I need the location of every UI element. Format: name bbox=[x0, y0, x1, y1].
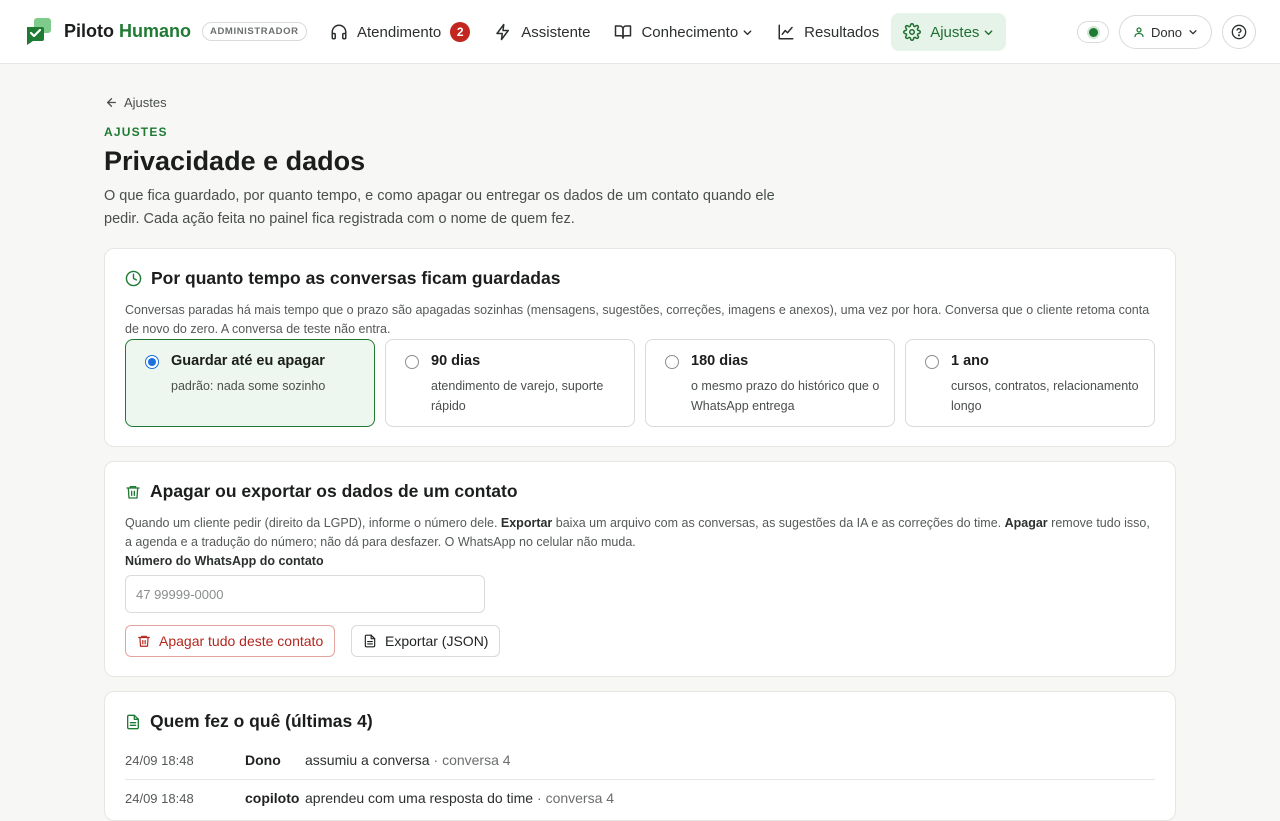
radio-button[interactable] bbox=[665, 355, 679, 369]
status-dot-icon bbox=[1088, 27, 1098, 37]
help-icon bbox=[1231, 24, 1247, 40]
main-nav: Atendimento 2 Assistente Conhecimento Re… bbox=[318, 13, 1007, 51]
delete-contact-button[interactable]: Apagar tudo deste contato bbox=[125, 625, 336, 657]
nav-item-atendimento[interactable]: Atendimento 2 bbox=[318, 13, 482, 51]
role-badge: ADMINISTRADOR bbox=[202, 22, 307, 41]
log-time: 24/09 18:48 bbox=[125, 790, 194, 806]
radio-button[interactable] bbox=[925, 355, 939, 369]
user-icon bbox=[1134, 27, 1144, 38]
delete-button-label: Apagar tudo deste contato bbox=[159, 633, 324, 649]
text-delete-bold: Apagar bbox=[1004, 516, 1048, 530]
contact-data-description: Quando um cliente pedir (direito da LGPD… bbox=[125, 514, 1160, 552]
nav-label: Conhecimento bbox=[641, 23, 739, 41]
retention-option-forever[interactable]: Guardar até eu apagar padrão: nada some … bbox=[125, 339, 375, 427]
log-actor: Dono bbox=[245, 752, 281, 768]
retention-option-180-days[interactable]: 180 dias o mesmo prazo do histórico que … bbox=[645, 339, 895, 427]
document-icon bbox=[127, 714, 139, 729]
back-link-label: Ajustes bbox=[124, 95, 167, 110]
audit-log-card-title: Quem fez o quê (últimas 4) bbox=[125, 711, 373, 732]
nav-item-assistente[interactable]: Assistente bbox=[482, 13, 602, 51]
retention-card-title: Por quanto tempo as conversas ficam guar… bbox=[125, 268, 560, 289]
page-eyebrow: AJUSTES bbox=[104, 125, 168, 139]
brand[interactable]: Piloto Humano ADMINISTRADOR bbox=[26, 18, 307, 45]
nav-label: Atendimento bbox=[357, 23, 442, 41]
option-subtitle: atendimento de varejo, suporte rápido bbox=[431, 379, 604, 413]
nav-item-ajustes[interactable]: Ajustes bbox=[891, 13, 1007, 51]
contact-data-title-text: Apagar ou exportar os dados de um contat… bbox=[150, 481, 518, 501]
option-title: 180 dias bbox=[691, 353, 749, 369]
whatsapp-field-label: Número do WhatsApp do contato bbox=[125, 554, 324, 568]
gear-icon bbox=[903, 23, 922, 41]
option-title: 1 ano bbox=[951, 353, 989, 369]
option-subtitle: padrão: nada some sozinho bbox=[171, 379, 326, 393]
contact-data-card-title: Apagar ou exportar os dados de um contat… bbox=[125, 481, 518, 502]
nav-label: Ajustes bbox=[930, 23, 980, 41]
user-menu-button[interactable]: Dono bbox=[1119, 15, 1212, 49]
table-row: 24/09 18:48 Dono assumiu a conversa · co… bbox=[125, 742, 1155, 778]
chart-line-icon bbox=[778, 24, 794, 40]
back-link[interactable]: Ajustes bbox=[105, 95, 167, 110]
page-title: Privacidade e dados bbox=[104, 146, 366, 176]
audit-log-card: Quem fez o quê (últimas 4) 24/09 18:48 D… bbox=[104, 691, 1176, 821]
log-action: assumiu a conversa bbox=[305, 752, 430, 768]
arrow-left-icon bbox=[107, 98, 116, 107]
trash-icon bbox=[138, 635, 150, 647]
radio-button[interactable] bbox=[405, 355, 419, 369]
retention-card: Por quanto tempo as conversas ficam guar… bbox=[104, 248, 1176, 447]
notification-badge: 2 bbox=[450, 22, 471, 42]
text-intro: Quando um cliente pedir (direito da LGPD… bbox=[125, 516, 501, 530]
help-button[interactable] bbox=[1222, 15, 1256, 49]
chevron-down-icon bbox=[985, 29, 993, 35]
nav-label: Assistente bbox=[521, 23, 591, 41]
top-bar: Piloto Humano ADMINISTRADOR Atendimento … bbox=[0, 0, 1280, 64]
log-context: · conversa 4 bbox=[537, 790, 615, 806]
table-row: 24/09 18:48 copiloto aprendeu com uma re… bbox=[125, 780, 1155, 816]
trash-icon bbox=[126, 485, 140, 499]
log-actor: copiloto bbox=[245, 790, 300, 806]
headset-icon bbox=[331, 24, 347, 40]
chevron-down-icon bbox=[743, 29, 752, 35]
clock-icon bbox=[125, 270, 142, 287]
brand-name: Piloto Humano bbox=[64, 21, 191, 42]
option-title: 90 dias bbox=[431, 353, 481, 369]
log-context: · conversa 4 bbox=[433, 752, 511, 768]
retention-description: Conversas paradas há mais tempo que o pr… bbox=[125, 303, 1150, 336]
text-export-bold: Exportar bbox=[500, 516, 553, 530]
option-subtitle: o mesmo prazo do histórico que o WhatsAp… bbox=[691, 379, 880, 413]
option-title: Guardar até eu apagar bbox=[171, 353, 325, 369]
brand-name-first: Piloto bbox=[64, 21, 114, 41]
radio-button[interactable] bbox=[145, 355, 159, 369]
log-time: 24/09 18:48 bbox=[125, 752, 194, 768]
nav-label: Resultados bbox=[804, 23, 880, 41]
export-json-button[interactable]: Exportar (JSON) bbox=[351, 625, 501, 657]
logo-icon bbox=[27, 18, 51, 45]
text-export: baixa um arquivo com as conversas, as su… bbox=[552, 516, 1005, 530]
contact-data-card: Apagar ou exportar os dados de um contat… bbox=[104, 461, 1176, 677]
retention-option-90-days[interactable]: 90 dias atendimento de varejo, suporte r… bbox=[385, 339, 635, 427]
option-subtitle: cursos, contratos, relacionamento longo bbox=[951, 379, 1139, 413]
user-label: Dono bbox=[1150, 24, 1183, 40]
file-icon bbox=[364, 634, 376, 648]
audit-log-title-text: Quem fez o quê (últimas 4) bbox=[150, 711, 373, 731]
chevron-down-icon bbox=[1189, 30, 1197, 35]
nav-item-conhecimento[interactable]: Conhecimento bbox=[602, 13, 765, 51]
brand-name-second: Humano bbox=[119, 21, 192, 41]
lightning-icon bbox=[496, 23, 510, 41]
page-description: O que fica guardado, por quanto tempo, e… bbox=[104, 188, 775, 227]
log-action: aprendeu com uma resposta do time bbox=[305, 790, 534, 806]
retention-option-1-year[interactable]: 1 ano cursos, contratos, relacionamento … bbox=[905, 339, 1155, 427]
online-status-toggle[interactable] bbox=[1077, 21, 1109, 43]
export-button-label: Exportar (JSON) bbox=[385, 633, 489, 649]
nav-item-resultados[interactable]: Resultados bbox=[765, 13, 891, 51]
whatsapp-number-input[interactable] bbox=[125, 575, 485, 613]
book-icon bbox=[615, 25, 632, 39]
retention-title-text: Por quanto tempo as conversas ficam guar… bbox=[151, 268, 561, 288]
retention-options: Guardar até eu apagar padrão: nada some … bbox=[125, 339, 1155, 427]
